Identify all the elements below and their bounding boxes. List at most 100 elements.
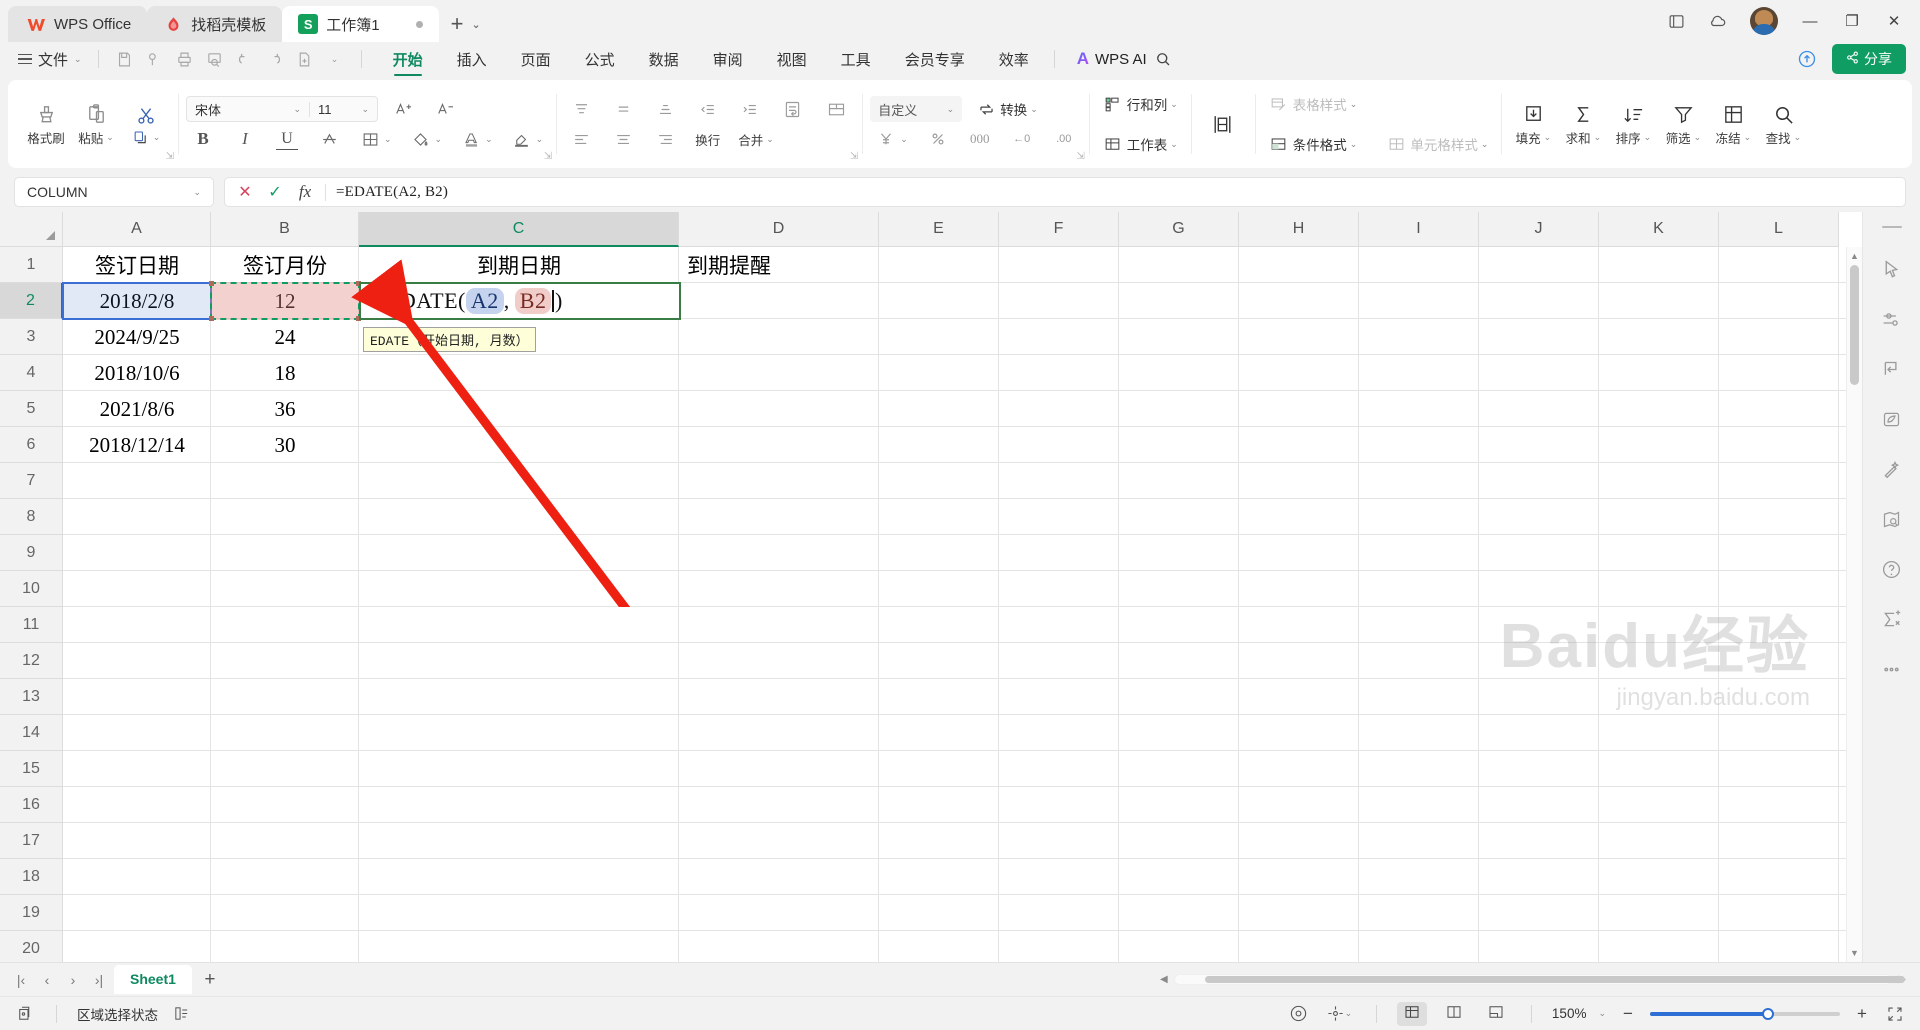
column-header-F[interactable]: F <box>999 212 1119 247</box>
chevron-down-icon[interactable]: ⌄ <box>1170 99 1178 110</box>
merge-label-button[interactable]: 合并 ⌄ <box>733 128 779 151</box>
row-header-17[interactable]: 17 <box>0 823 63 859</box>
rows-cols-button[interactable]: 行和列 ⌄ <box>1097 91 1183 117</box>
column-header-H[interactable]: H <box>1239 212 1359 247</box>
decrease-font-size-button[interactable] <box>428 96 462 122</box>
prev-sheet-button[interactable]: ‹ <box>36 967 58 993</box>
chevron-down-icon[interactable]: ⌄ <box>1594 132 1602 143</box>
cell-D1[interactable]: 到期提醒 <box>679 247 879 283</box>
row-header-8[interactable]: 8 <box>0 499 63 535</box>
align-left-button[interactable] <box>564 126 598 152</box>
horizontal-scroll-thumb[interactable] <box>1204 976 1905 983</box>
search-icon[interactable] <box>1147 44 1179 74</box>
horizontal-scroll-track[interactable] <box>1173 974 1905 985</box>
paste-button[interactable]: 粘贴 ⌄ <box>72 99 120 149</box>
row-header-19[interactable]: 19 <box>0 895 63 931</box>
horizontal-scrollbar[interactable]: ◀ ▶ <box>1160 974 1920 985</box>
borders-button[interactable]: ⌄ <box>354 126 397 152</box>
table-style-button[interactable]: 表格样式 ⌄ <box>1263 91 1363 117</box>
name-box[interactable]: COLUMN ⌄ <box>14 177 214 207</box>
font-color-button[interactable]: ⌄ <box>455 126 498 152</box>
align-top-button[interactable] <box>564 96 598 122</box>
scroll-up-icon[interactable]: ▲ <box>1847 247 1862 265</box>
currency-button[interactable]: ⌄ <box>870 126 913 152</box>
zoom-in-button[interactable]: + <box>1852 1004 1872 1024</box>
formula-input-wrapper[interactable]: ✕ ✓ fx =EDATE(A2, B2) <box>224 177 1906 207</box>
ribbon-tab-formula[interactable]: 公式 <box>568 42 632 76</box>
scroll-down-icon[interactable]: ▼ <box>1847 944 1862 962</box>
cell-styles-button[interactable]: 单元格样式 ⌄ <box>1380 131 1493 157</box>
scroll-left-icon[interactable]: ◀ <box>1160 974 1168 985</box>
magic-wand-icon[interactable] <box>1877 454 1907 484</box>
row-header-6[interactable]: 6 <box>0 427 63 463</box>
chevron-down-icon[interactable]: ⌄ <box>1694 132 1702 143</box>
cell-A1[interactable]: 签订日期 <box>63 247 211 283</box>
ribbon-tab-data[interactable]: 数据 <box>632 42 696 76</box>
first-sheet-button[interactable]: |‹ <box>10 967 32 993</box>
chevron-down-icon[interactable]: ⌄ <box>471 18 480 31</box>
row-header-1[interactable]: 1 <box>0 247 63 283</box>
wps-ai-button[interactable]: A WPS AI <box>1077 49 1147 69</box>
chevron-down-icon[interactable]: ⌄ <box>1644 132 1652 143</box>
add-sheet-button[interactable]: + <box>196 967 224 993</box>
cell-A5[interactable]: 2021/8/6 <box>63 391 211 427</box>
more-dots-icon[interactable] <box>1877 654 1907 684</box>
new-doc-icon[interactable] <box>291 46 319 72</box>
app-tab-wps-office[interactable]: WPS Office <box>8 6 148 42</box>
worksheet-button[interactable]: 工作表 ⌄ <box>1097 131 1183 157</box>
ribbon-tab-tools[interactable]: 工具 <box>824 42 888 76</box>
chevron-down-icon[interactable]: ⌄ <box>435 134 443 145</box>
chevron-down-icon[interactable]: ⌄ <box>106 132 114 143</box>
chevron-down-icon[interactable]: ⌄ <box>1481 139 1489 150</box>
cursor-select-icon[interactable] <box>1877 254 1907 284</box>
comma-style-button[interactable]: 000 <box>963 126 997 152</box>
fill-button[interactable]: 填充 ⌄ <box>1509 99 1557 149</box>
format-painter-button[interactable]: 格式刷 <box>22 99 70 149</box>
increase-indent-button[interactable] <box>732 96 766 122</box>
avatar[interactable] <box>1750 7 1778 35</box>
column-header-A[interactable]: A <box>63 212 211 247</box>
highlight-button[interactable]: ⌄ <box>506 126 549 152</box>
help-circle-icon[interactable] <box>1877 554 1907 584</box>
save-cloud-icon[interactable] <box>141 46 169 72</box>
freeze-button[interactable]: 冻结 ⌄ <box>1709 99 1757 149</box>
row-header-9[interactable]: 9 <box>0 535 63 571</box>
row-header-5[interactable]: 5 <box>0 391 63 427</box>
find-button[interactable]: 查找 ⌄ <box>1759 99 1807 149</box>
sheet-tab-sheet1[interactable]: Sheet1 <box>114 965 192 994</box>
row-header-12[interactable]: 12 <box>0 643 63 679</box>
chevron-down-icon[interactable]: ⌄ <box>1350 99 1358 110</box>
chevron-down-icon[interactable]: ⌄ <box>321 46 349 72</box>
ribbon-tab-insert[interactable]: 插入 <box>440 42 504 76</box>
cell-A4[interactable]: 2018/10/6 <box>63 355 211 391</box>
alignment-dialog-launcher[interactable]: ⇲ <box>850 151 858 162</box>
undo-icon[interactable] <box>231 46 259 72</box>
merge-cells-button[interactable] <box>818 94 854 124</box>
file-menu-button[interactable]: 文件 ⌄ <box>10 49 90 70</box>
increase-decimal-button[interactable]: ←0 <box>1005 126 1039 152</box>
row-header-18[interactable]: 18 <box>0 859 63 895</box>
resize-handle[interactable] <box>209 316 214 321</box>
fill-color-button[interactable]: ⌄ <box>405 126 448 152</box>
cloud-sync-icon[interactable] <box>1698 4 1738 38</box>
column-header-I[interactable]: I <box>1359 212 1479 247</box>
ribbon-tab-member[interactable]: 会员专享 <box>888 42 982 76</box>
convert-button[interactable]: 转换 ⌄ <box>970 96 1043 122</box>
cell-B4[interactable]: 18 <box>211 355 359 391</box>
row-header-4[interactable]: 4 <box>0 355 63 391</box>
sort-button[interactable]: 排序 ⌄ <box>1609 99 1657 149</box>
column-header-K[interactable]: K <box>1599 212 1719 247</box>
wrap-text-button[interactable] <box>774 94 810 124</box>
app-tab-docer-template[interactable]: 找稻壳模板 <box>147 6 283 42</box>
ribbon-tab-review[interactable]: 审阅 <box>696 42 760 76</box>
row-header-16[interactable]: 16 <box>0 787 63 823</box>
column-header-G[interactable]: G <box>1119 212 1239 247</box>
row-header-7[interactable]: 7 <box>0 463 63 499</box>
formula-sum-icon[interactable] <box>1877 604 1907 634</box>
italic-button[interactable]: I <box>228 126 262 152</box>
redo-icon[interactable] <box>261 46 289 72</box>
last-sheet-button[interactable]: ›| <box>88 967 110 993</box>
column-header-J[interactable]: J <box>1479 212 1599 247</box>
chevron-down-icon[interactable]: ⌄ <box>766 134 774 145</box>
cell-B3[interactable]: 24 <box>211 319 359 355</box>
